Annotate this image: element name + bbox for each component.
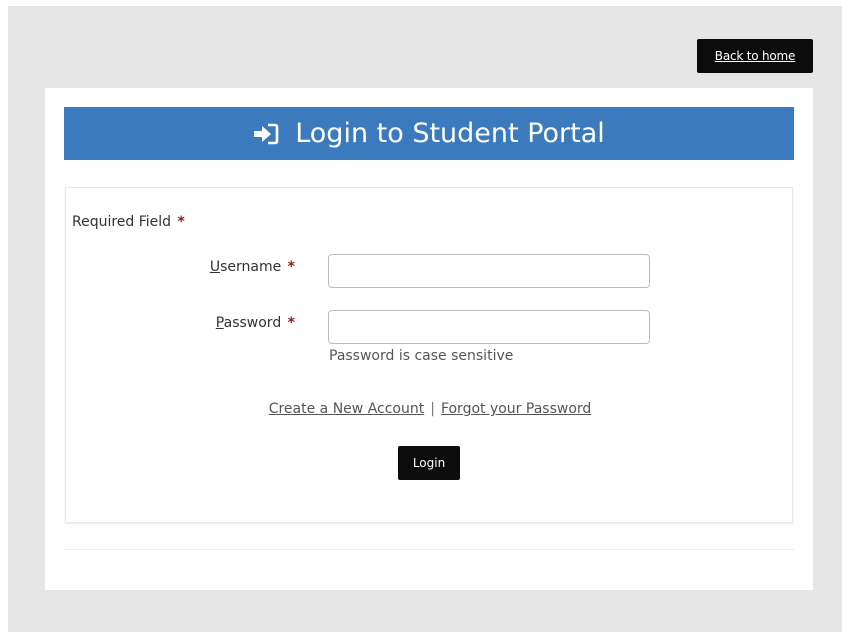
required-field-note: Required Field * <box>72 214 185 230</box>
username-label: Username * <box>185 259 295 275</box>
forgot-password-link[interactable]: Forgot your Password <box>441 401 591 417</box>
card-divider <box>64 549 794 550</box>
banner-title: Login to Student Portal <box>295 118 605 149</box>
password-hint: Password is case sensitive <box>329 348 514 364</box>
account-links: Create a New Account | Forgot your Passwor… <box>66 401 794 417</box>
required-star: * <box>287 315 295 331</box>
required-note-text: Required Field <box>72 214 172 230</box>
page-background: Back to home Login to Student Portal Req… <box>8 6 842 632</box>
back-to-home-button[interactable]: Back to home <box>697 39 813 73</box>
links-separator: | <box>430 401 435 417</box>
create-account-link[interactable]: Create a New Account <box>269 401 425 417</box>
password-input[interactable] <box>328 310 650 344</box>
password-label: Password * <box>185 315 295 331</box>
sign-in-icon <box>253 123 279 145</box>
required-star: * <box>287 259 295 275</box>
username-input[interactable] <box>328 254 650 288</box>
username-label-rest: sername <box>220 259 282 275</box>
username-label-access-key: U <box>209 259 221 275</box>
required-star: * <box>177 214 185 230</box>
password-label-rest: assword <box>223 315 282 331</box>
login-form-panel: Required Field * Username * Password * P… <box>65 187 793 523</box>
login-card: Login to Student Portal Required Field *… <box>45 88 813 590</box>
login-banner: Login to Student Portal <box>64 107 794 160</box>
login-button[interactable]: Login <box>398 446 460 480</box>
password-label-access-key: P <box>215 315 224 331</box>
